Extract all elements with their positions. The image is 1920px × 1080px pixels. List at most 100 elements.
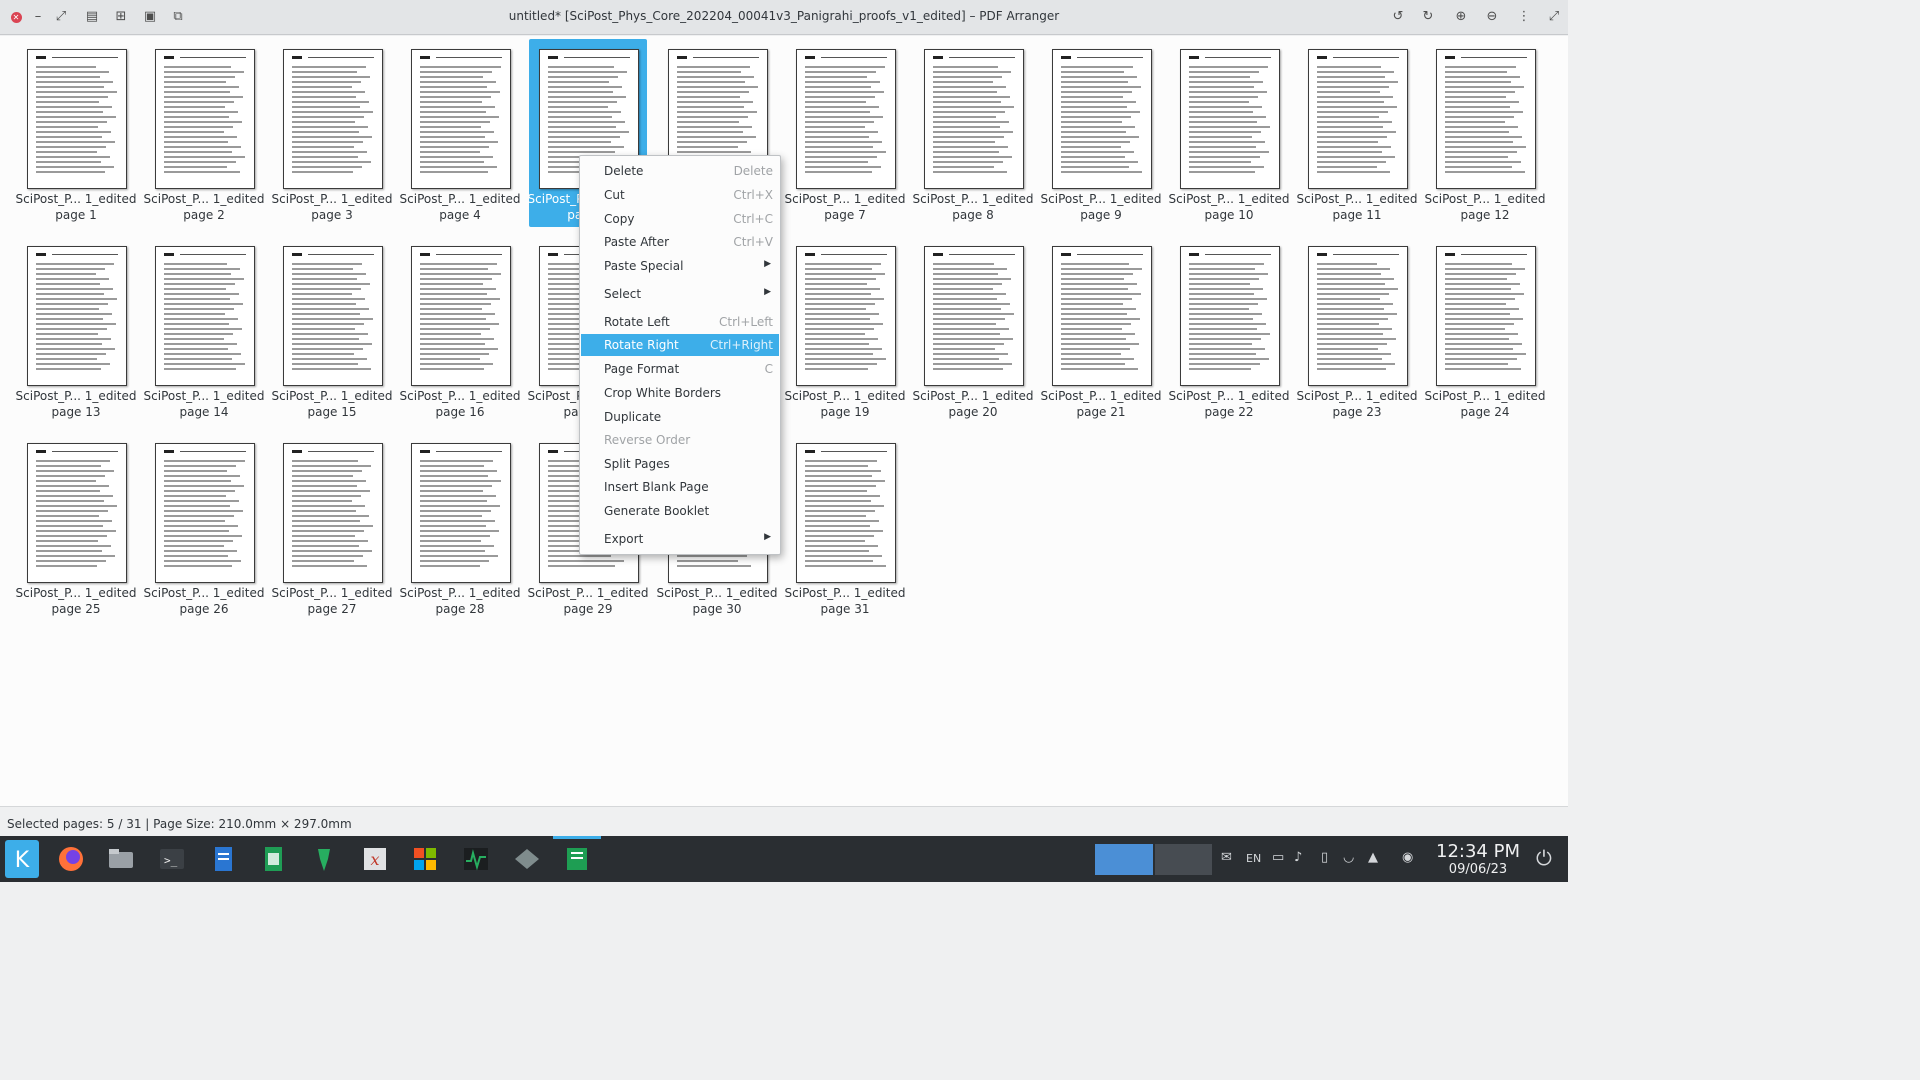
menu-item-select[interactable]: Select ▶	[581, 283, 779, 305]
notification-icon[interactable]: ✉	[1221, 850, 1232, 865]
page-preview	[27, 49, 127, 189]
svg-text:>_: >_	[164, 854, 178, 867]
page-thumbnail[interactable]: SciPost_P... 1_edited page 27	[272, 433, 392, 621]
page-thumbnail[interactable]: SciPost_P... 1_edited page 1	[16, 39, 136, 227]
context-menu: Delete Delete Cut Ctrl+X Copy Ctrl+C Paste Aft…	[579, 155, 781, 555]
page-thumbnail[interactable]: SciPost_P... 1_edited page 16	[400, 236, 520, 424]
page-preview	[1308, 246, 1408, 386]
menu-item-rotate-right[interactable]: Rotate Right Ctrl+Right	[581, 334, 779, 356]
page-thumbnail[interactable]: SciPost_P... 1_edited page 14	[144, 236, 264, 424]
virtual-desktop-1[interactable]	[1095, 844, 1153, 875]
network-icon[interactable]	[511, 843, 543, 875]
menu-item-label: Paste After	[604, 235, 670, 249]
rotate-left-icon[interactable]: ↺	[1390, 9, 1406, 25]
menu-item-label: Reverse Order	[604, 433, 691, 447]
page-thumbnail[interactable]: SciPost_P... 1_edited page 3	[272, 39, 392, 227]
system-monitor-icon[interactable]	[460, 843, 492, 875]
svg-text:x: x	[370, 850, 379, 869]
page-preview	[1436, 49, 1536, 189]
status-text: Selected pages: 5 / 31 | Page Size: 210.…	[7, 817, 352, 831]
page-thumbnail[interactable]: SciPost_P... 1_edited page 19	[785, 236, 905, 424]
volume-icon[interactable]: ♪	[1294, 850, 1302, 865]
page-preview	[1436, 246, 1536, 386]
page-preview	[155, 49, 255, 189]
page-preview	[155, 246, 255, 386]
page-number-label: page 31	[820, 602, 870, 616]
menu-item-delete[interactable]: Delete Delete	[581, 160, 779, 182]
clock[interactable]: 12:34 PM 09/06/23	[1430, 842, 1526, 878]
spreadsheet-icon[interactable]	[257, 843, 289, 875]
page-thumbnail[interactable]: SciPost_P... 1_edited page 28	[400, 433, 520, 621]
menu-item-label: Duplicate	[604, 410, 662, 424]
menu-item-split-pages[interactable]: Split Pages	[581, 453, 779, 475]
page-thumbnail[interactable]: SciPost_P... 1_edited page 4	[400, 39, 520, 227]
settings-tool-icon[interactable]	[308, 843, 340, 875]
menu-item-crop-white-borders[interactable]: Crop White Borders	[581, 382, 779, 404]
page-preview	[411, 246, 511, 386]
page-thumbnail[interactable]: SciPost_P... 1_edited page 26	[144, 433, 264, 621]
page-thumbnail[interactable]: SciPost_P... 1_edited page 20	[913, 236, 1033, 424]
expand-tray-icon[interactable]: ▲	[1368, 850, 1378, 865]
page-thumbnail[interactable]: SciPost_P... 1_edited page 25	[16, 433, 136, 621]
page-thumbnail[interactable]: SciPost_P... 1_edited page 21	[1041, 236, 1161, 424]
maximize-icon[interactable]: ⤢	[1546, 9, 1562, 25]
pdf-arranger-icon[interactable]	[561, 843, 593, 875]
page-thumbnail[interactable]: SciPost_P... 1_edited page 9	[1041, 39, 1161, 227]
wifi-icon[interactable]: ◡	[1343, 850, 1354, 865]
menu-item-duplicate[interactable]: Duplicate	[581, 406, 779, 428]
menu-item-export[interactable]: Export ▶	[581, 528, 779, 550]
menu-item-cut[interactable]: Cut Ctrl+X	[581, 184, 779, 206]
page-thumbnail[interactable]: SciPost_P... 1_edited page 13	[16, 236, 136, 424]
office-suite-icon[interactable]	[409, 843, 441, 875]
menu-item-shortcut: Ctrl+Left	[719, 315, 773, 329]
keyboard-layout[interactable]: EN	[1246, 852, 1261, 865]
menu-item-label: Insert Blank Page	[604, 480, 709, 494]
submenu-arrow-icon: ▶	[764, 532, 771, 542]
terminal-icon[interactable]: >_	[156, 843, 188, 875]
page-thumbnail[interactable]: SciPost_P... 1_edited page 31	[785, 433, 905, 621]
menu-item-paste-special[interactable]: Paste Special ▶	[581, 255, 779, 277]
clipboard-icon[interactable]: ▭	[1272, 850, 1284, 865]
menu-item-label: Copy	[604, 212, 635, 226]
page-preview	[1052, 49, 1152, 189]
zoom-in-icon[interactable]: ⊕	[1453, 9, 1469, 25]
page-thumbnail[interactable]: SciPost_P... 1_edited page 22	[1169, 236, 1289, 424]
firefox-icon[interactable]	[55, 843, 87, 875]
zoom-out-icon[interactable]: ⊖	[1484, 9, 1500, 25]
page-thumbnail[interactable]: SciPost_P... 1_edited page 8	[913, 39, 1033, 227]
main-menu-icon[interactable]: ⋮	[1516, 9, 1532, 25]
menu-item-generate-booklet[interactable]: Generate Booklet	[581, 500, 779, 522]
page-thumbnail[interactable]: SciPost_P... 1_edited page 11	[1297, 39, 1417, 227]
menu-item-label: Rotate Left	[604, 315, 670, 329]
menu-item-rotate-left[interactable]: Rotate Left Ctrl+Left	[581, 311, 779, 333]
page-thumbnail[interactable]: SciPost_P... 1_edited page 24	[1425, 236, 1545, 424]
page-preview	[796, 49, 896, 189]
menu-item-page-format[interactable]: Page Format C	[581, 358, 779, 380]
page-preview	[796, 246, 896, 386]
menu-item-label: Split Pages	[604, 457, 670, 471]
menu-item-paste-after[interactable]: Paste After Ctrl+V	[581, 231, 779, 253]
page-thumbnail[interactable]: SciPost_P... 1_edited page 7	[785, 39, 905, 227]
file-manager-icon[interactable]	[105, 843, 137, 875]
menu-item-copy[interactable]: Copy Ctrl+C	[581, 208, 779, 230]
page-preview	[796, 443, 896, 583]
menu-item-insert-blank-page[interactable]: Insert Blank Page	[581, 476, 779, 498]
page-thumbnail[interactable]: SciPost_P... 1_edited page 15	[272, 236, 392, 424]
app-launcher-icon[interactable]: K	[5, 840, 39, 878]
page-thumbnail[interactable]: SciPost_P... 1_edited page 12	[1425, 39, 1545, 227]
rotate-right-icon[interactable]: ↻	[1420, 9, 1436, 25]
menu-item-label: Page Format	[604, 362, 680, 376]
battery-icon[interactable]: ▯	[1321, 850, 1328, 865]
formula-editor-icon[interactable]: x	[359, 843, 391, 875]
menu-item-shortcut: Ctrl+C	[733, 212, 773, 226]
virtual-desktop-2[interactable]	[1155, 844, 1212, 875]
page-thumbnail[interactable]: SciPost_P... 1_edited page 10	[1169, 39, 1289, 227]
page-preview	[283, 49, 383, 189]
power-icon[interactable]: ⏻	[1536, 846, 1552, 870]
page-grid[interactable]: SciPost_P... 1_edited page 1 SciPost_P... …	[0, 36, 1568, 806]
page-thumbnail[interactable]: SciPost_P... 1_edited page 23	[1297, 236, 1417, 424]
page-preview	[1052, 246, 1152, 386]
page-thumbnail[interactable]: SciPost_P... 1_edited page 2	[144, 39, 264, 227]
lightbulb-icon[interactable]: ◉	[1402, 850, 1413, 865]
text-editor-icon[interactable]	[207, 843, 239, 875]
